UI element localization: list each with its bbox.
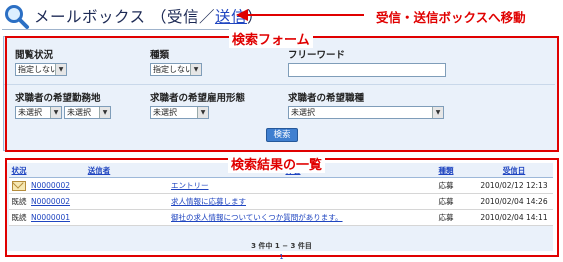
row-type: 応募 bbox=[417, 177, 475, 194]
type-select[interactable]: 指定しない ▼ bbox=[150, 63, 202, 76]
pager-summary: 3 件中 1 − 3 件目 bbox=[251, 242, 312, 250]
title-prefix: メールボックス （受信／ bbox=[34, 8, 215, 26]
header-sender[interactable]: 送信者 bbox=[29, 164, 169, 178]
row-subject: 御社の求人情報についていくつか質問があります。 bbox=[169, 209, 417, 226]
table-row: 既読 N0000002 求人情報に応募します 応募 2010/02/04 14:… bbox=[9, 193, 553, 210]
chevron-down-icon: ▼ bbox=[197, 107, 208, 118]
location-label: 求職者の希望勤務地 bbox=[15, 93, 101, 104]
chevron-down-icon: ▼ bbox=[50, 107, 61, 118]
subject-link[interactable]: 求人情報に応募します bbox=[171, 197, 246, 206]
chevron-down-icon: ▼ bbox=[55, 64, 66, 75]
header-status[interactable]: 状況 bbox=[9, 164, 29, 178]
row-subject: 求人情報に応募します bbox=[169, 193, 417, 210]
occupation-value: 未選択 bbox=[291, 108, 315, 117]
chevron-down-icon: ▼ bbox=[432, 107, 443, 118]
annotation-search-form: 検索フォーム bbox=[229, 29, 313, 48]
annotation-results-list: 検索結果の一覧 bbox=[228, 154, 326, 173]
envelope-icon bbox=[12, 180, 26, 191]
row-date: 2010/02/04 14:11 bbox=[475, 209, 553, 226]
employment-select[interactable]: 未選択 ▼ bbox=[150, 106, 209, 119]
employment-label: 求職者の希望雇用形態 bbox=[150, 93, 246, 104]
row-subject: エントリー bbox=[169, 177, 417, 194]
annotation-move: 受信・送信ボックスへ移動 bbox=[376, 10, 526, 25]
header-type[interactable]: 種類 bbox=[417, 164, 475, 178]
read-status-value: 指定しない bbox=[18, 65, 58, 74]
title-underline bbox=[2, 29, 229, 30]
occupation-label: 求職者の希望職種 bbox=[288, 93, 365, 104]
freeword-label: フリーワード bbox=[288, 50, 346, 61]
chevron-down-icon: ▼ bbox=[99, 107, 110, 118]
row-status: 既読 bbox=[9, 193, 29, 210]
type-value: 指定しない bbox=[153, 65, 193, 74]
location-value-1: 未選択 bbox=[18, 108, 42, 117]
subject-link[interactable]: エントリー bbox=[171, 181, 209, 190]
table-row: 既読 N0000001 御社の求人情報についていくつか質問があります。 応募 2… bbox=[9, 209, 553, 226]
page-number[interactable]: 1 bbox=[0, 253, 563, 261]
table-row: N0000002 エントリー 応募 2010/02/12 12:13 bbox=[9, 177, 553, 194]
search-button[interactable]: 検索 bbox=[266, 128, 298, 142]
sender-link[interactable]: N0000001 bbox=[31, 213, 70, 222]
row-type: 応募 bbox=[417, 209, 475, 226]
sender-link[interactable]: N0000002 bbox=[31, 181, 70, 190]
occupation-select[interactable]: 未選択 ▼ bbox=[288, 106, 444, 119]
sender-link[interactable]: N0000002 bbox=[31, 197, 70, 206]
row-sender: N0000001 bbox=[29, 209, 169, 226]
header-date[interactable]: 受信日 bbox=[475, 164, 553, 178]
employment-value: 未選択 bbox=[153, 108, 177, 117]
subject-link[interactable]: 御社の求人情報についていくつか質問があります。 bbox=[171, 213, 343, 222]
row-status bbox=[9, 177, 29, 194]
row-sender: N0000002 bbox=[29, 177, 169, 194]
magnifier-icon bbox=[5, 5, 29, 29]
results-table: 状況 送信者 件名 種類 受信日 N0000002 エントリー 応募 2010/… bbox=[9, 164, 553, 226]
read-status-label: 閲覧状況 bbox=[15, 50, 54, 61]
row-type: 応募 bbox=[417, 193, 475, 210]
annotation-arrow-icon bbox=[236, 9, 364, 21]
read-status-select[interactable]: 指定しない ▼ bbox=[15, 63, 67, 76]
row-date: 2010/02/04 14:26 bbox=[475, 193, 553, 210]
location-select-2[interactable]: 未選択 ▼ bbox=[64, 106, 111, 119]
row-status: 既読 bbox=[9, 209, 29, 226]
chevron-down-icon: ▼ bbox=[190, 64, 201, 75]
location-select-1[interactable]: 未選択 ▼ bbox=[15, 106, 62, 119]
row-sender: N0000002 bbox=[29, 193, 169, 210]
row-date: 2010/02/12 12:13 bbox=[475, 177, 553, 194]
type-label: 種類 bbox=[150, 50, 170, 61]
location-value-2: 未選択 bbox=[67, 108, 91, 117]
freeword-input[interactable] bbox=[288, 63, 446, 77]
page-title: メールボックス （受信／送信） bbox=[34, 5, 263, 27]
